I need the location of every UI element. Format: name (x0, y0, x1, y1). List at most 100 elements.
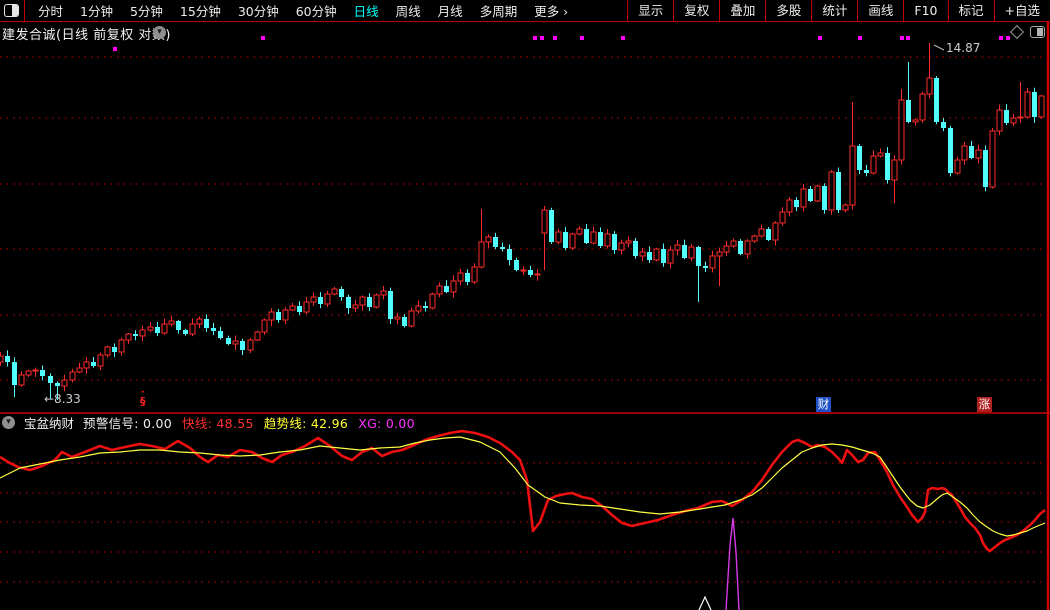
candle-up (290, 306, 295, 310)
chart-badge-财: 财 (816, 397, 831, 412)
candle-up (787, 200, 792, 212)
period-tab-分时[interactable]: 分时 (38, 1, 63, 20)
candle-up (955, 160, 960, 173)
toolbar-button-标记[interactable]: 标记 (948, 0, 994, 21)
candle-up (374, 295, 379, 307)
signal-dot (621, 36, 625, 40)
candle-up (724, 246, 729, 252)
trading-app: 分时 1分钟 5分钟 15分钟 30分钟 60分钟日线周线月线多周期更多 › 显示复权叠加… (0, 0, 1050, 610)
low-price-label: ←8.33 (44, 392, 81, 406)
candle-down (176, 321, 181, 330)
candle-up (920, 94, 925, 120)
candle-up (871, 156, 876, 173)
candle-up (773, 223, 778, 240)
candle-up (990, 131, 995, 187)
candle-down (444, 286, 449, 292)
candle-down (339, 289, 344, 297)
candle-up (570, 234, 575, 248)
candle-up (430, 294, 435, 308)
candle-up (140, 330, 145, 336)
candle-up (626, 241, 631, 243)
chevron-down-icon[interactable]: ▾ (153, 26, 166, 39)
candle-up (416, 306, 421, 311)
toolbar-button-显示[interactable]: 显示 (627, 0, 673, 21)
candle-up (976, 150, 981, 158)
period-tab-1分钟[interactable]: 1分钟 (80, 1, 113, 20)
candle-down (226, 338, 231, 344)
candle-up (1039, 96, 1044, 117)
symbol-title: 建发合诚(日线 前复权 对数) (2, 24, 171, 43)
candle-up (640, 252, 645, 256)
toolbar-button-叠加[interactable]: 叠加 (719, 0, 765, 21)
split-layout-icon[interactable] (4, 4, 19, 17)
toolbar-button-复权[interactable]: 复权 (673, 0, 719, 21)
candle-down (864, 170, 869, 173)
indicator-field: 趋势线: 42.96 (264, 416, 348, 431)
signal-dot (113, 47, 117, 51)
candle-up (913, 120, 918, 122)
indicator-field: 快线: 48.55 (182, 416, 254, 431)
period-tab-周线[interactable]: 周线 (396, 1, 421, 20)
candle-down (48, 376, 53, 383)
candle-up (26, 371, 31, 375)
period-tab-日线[interactable]: 日线 (354, 1, 379, 20)
period-tab-5分钟[interactable]: 5分钟 (130, 1, 163, 20)
period-tab-月线[interactable]: 月线 (438, 1, 463, 20)
candle-up (829, 172, 834, 210)
candle-up (19, 375, 24, 385)
candle-up (190, 324, 195, 334)
toolbar-button-画线[interactable]: 画线 (857, 0, 903, 21)
candle-up (1018, 117, 1023, 118)
candle-up (556, 232, 561, 242)
candle-up (62, 380, 67, 386)
toolbar-button-统计[interactable]: 统计 (811, 0, 857, 21)
candle-up (654, 249, 659, 260)
signal-dot (818, 36, 822, 40)
candle-down (112, 347, 117, 352)
candle-up (1011, 118, 1016, 123)
candle-up (451, 281, 456, 292)
candle-down (40, 370, 45, 376)
candle-down (612, 234, 617, 250)
candle-up (105, 347, 110, 355)
toolbar-button-F10[interactable]: F10 (903, 0, 947, 21)
candle-down (155, 327, 160, 333)
indicator-name[interactable]: 宝盆纳财 (24, 413, 74, 432)
candle-down (983, 150, 988, 187)
candle-down (402, 317, 407, 326)
candle-down (738, 241, 743, 254)
candle-up (311, 297, 316, 302)
signal-caret (699, 597, 711, 610)
toolbar-divider (24, 0, 25, 21)
indicator-field: 预警信号: 0.00 (83, 416, 172, 431)
high-label-leader (934, 45, 944, 50)
toolbar-button-多股[interactable]: 多股 (765, 0, 811, 21)
candle-up (98, 355, 103, 366)
window-split-icon[interactable] (1030, 26, 1045, 38)
candle-up (780, 212, 785, 223)
candle-down (1032, 92, 1037, 117)
period-tab-更多 ›[interactable]: 更多 › (534, 1, 568, 20)
period-tab-15分钟[interactable]: 15分钟 (180, 1, 221, 20)
period-tab-60分钟[interactable]: 60分钟 (296, 1, 337, 20)
candle-up (899, 100, 904, 160)
candle-down (133, 334, 138, 336)
candle-up (269, 312, 274, 320)
candle-up (381, 291, 386, 295)
candle-up (815, 186, 820, 201)
candle-up (479, 242, 484, 267)
period-tab-30分钟[interactable]: 30分钟 (238, 1, 279, 20)
candle-down (563, 232, 568, 248)
indicator-chevron-icon[interactable]: ▾ (2, 416, 15, 429)
toolbar-button-+自选[interactable]: +自选 (994, 0, 1050, 21)
candle-up (759, 229, 764, 236)
candle-down (941, 122, 946, 128)
candle-up (752, 236, 757, 241)
candle-up (535, 274, 540, 275)
candle-down (507, 249, 512, 260)
candle-up (486, 237, 491, 242)
candle-down (696, 247, 701, 266)
candle-up (892, 160, 897, 180)
period-tab-多周期[interactable]: 多周期 (480, 1, 518, 20)
candle-up (591, 232, 596, 243)
